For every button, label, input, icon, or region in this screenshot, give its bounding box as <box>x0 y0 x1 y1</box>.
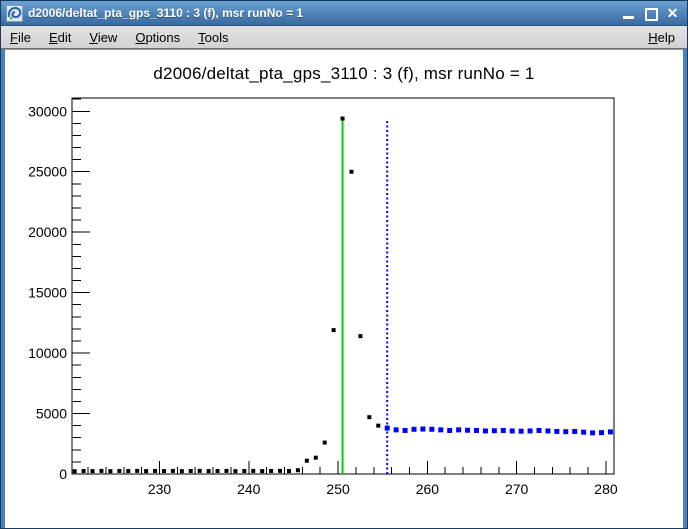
y-tick-label: 30000 <box>28 103 67 119</box>
y-tick-label: 0 <box>59 466 67 482</box>
menu-item-edit[interactable]: Edit <box>46 28 80 47</box>
plot-canvas[interactable]: d2006/deltat_pta_gps_3110 : 3 (f), msr r… <box>5 49 683 528</box>
y-tick-label: 20000 <box>28 224 67 240</box>
y-axis: 0 5000 10000 15000 20000 25000 30000 <box>28 99 90 482</box>
x-tick-label: 280 <box>594 481 618 497</box>
x-tick-label: 230 <box>148 481 172 497</box>
menu-item-help[interactable]: Help <box>645 28 679 47</box>
titlebar[interactable]: d2006/deltat_pta_gps_3110 : 3 (f), msr r… <box>1 1 687 26</box>
menu-item-tools[interactable]: Tools <box>195 28 237 47</box>
y-tick-label: 5000 <box>36 406 67 422</box>
series-post-t0-histogram <box>385 426 613 436</box>
maximize-icon[interactable] <box>642 6 659 21</box>
close-icon[interactable]: ✕ <box>664 6 681 21</box>
menu-item-options[interactable]: Options <box>132 28 189 47</box>
root-canvas-window: d2006/deltat_pta_gps_3110 : 3 (f), msr r… <box>0 0 688 529</box>
y-tick-label: 10000 <box>28 345 67 361</box>
x-tick-label: 270 <box>505 481 529 497</box>
menu-item-file[interactable]: File <box>7 28 40 47</box>
menu-item-view[interactable]: View <box>86 28 126 47</box>
series-raw-histogram <box>73 117 381 474</box>
chart-area[interactable]: 230 240 250 260 270 280 0 5000 10000 15000 20000 25… <box>5 50 683 528</box>
x-tick-label: 240 <box>237 481 261 497</box>
root-app-icon[interactable] <box>6 5 23 22</box>
y-tick-label: 25000 <box>28 164 67 180</box>
menubar: File Edit View Options Tools Help <box>1 26 687 49</box>
y-tick-label: 15000 <box>28 285 67 301</box>
x-axis: 230 240 250 260 270 280 <box>88 461 618 497</box>
x-tick-label: 260 <box>416 481 440 497</box>
x-tick-label: 250 <box>326 481 350 497</box>
window-title: d2006/deltat_pta_gps_3110 : 3 (f), msr r… <box>28 6 620 20</box>
minimize-icon[interactable] <box>620 6 637 21</box>
